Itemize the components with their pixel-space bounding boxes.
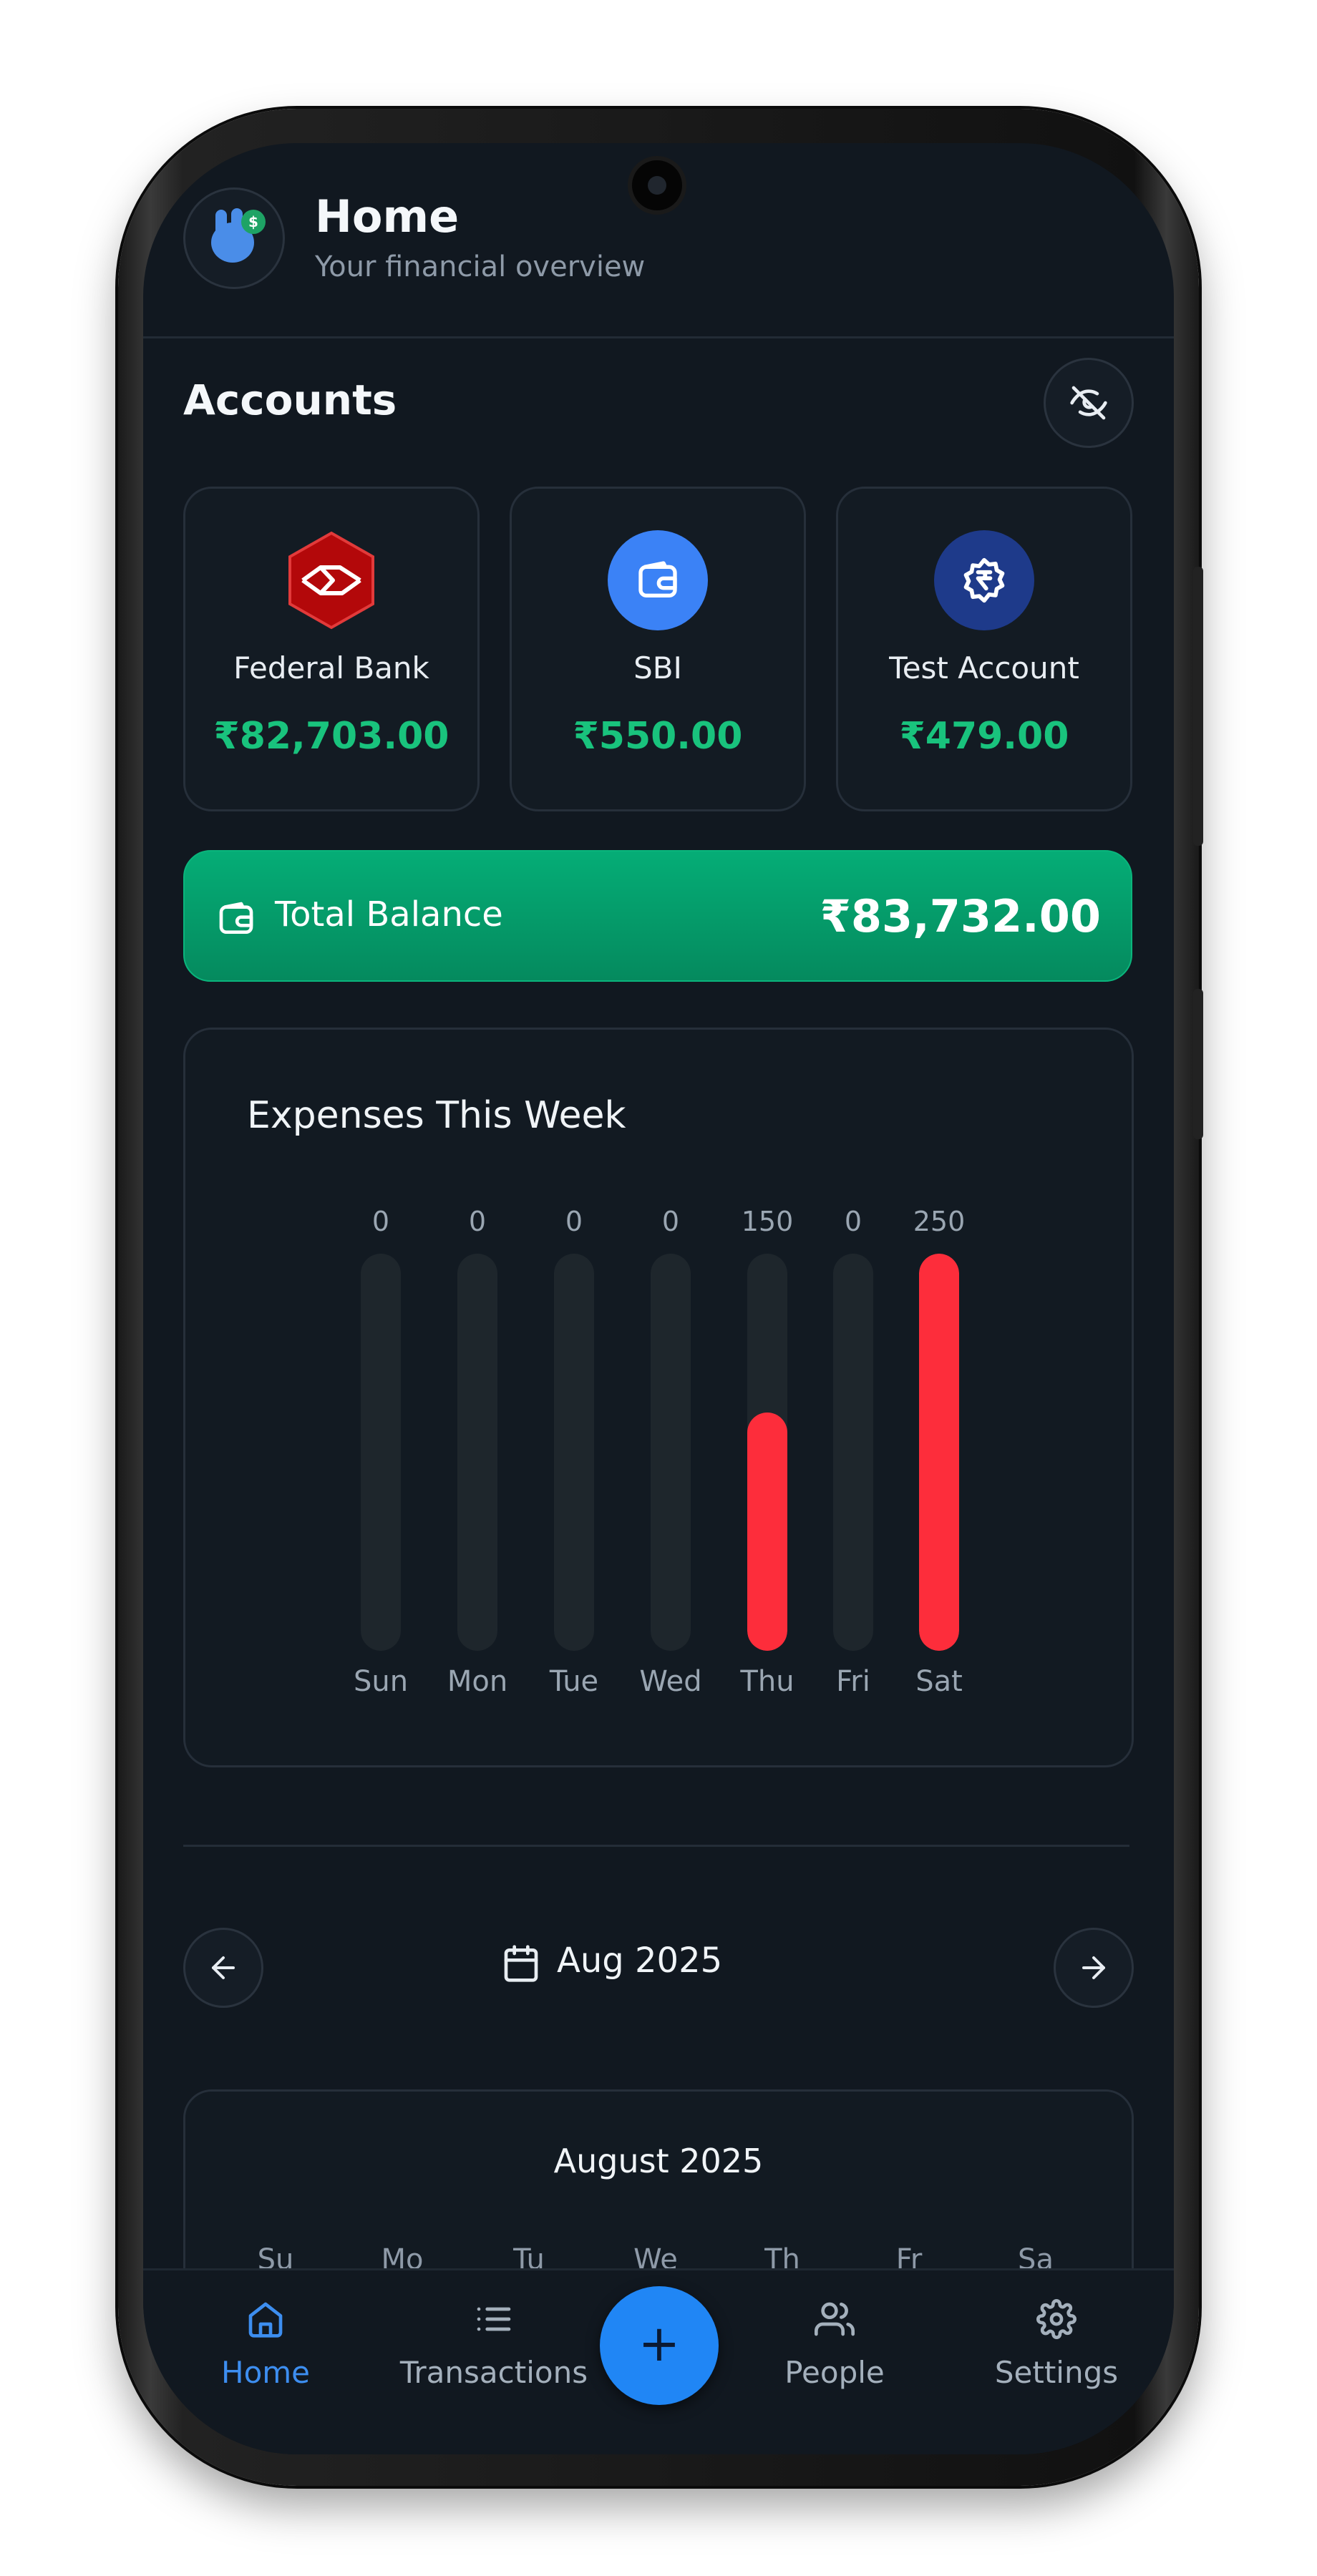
wallet-icon (219, 902, 253, 934)
bar-track (919, 1254, 959, 1651)
bar-value-label: 0 (565, 1206, 583, 1237)
bar-day-label: Tue (549, 1665, 599, 1698)
bar-thu[interactable] (747, 1413, 787, 1651)
toggle-balance-visibility-button[interactable] (1044, 358, 1134, 448)
home-icon (248, 2302, 283, 2338)
bar-track (361, 1254, 401, 1651)
account-name: Test Account (889, 650, 1079, 686)
tab-people[interactable]: People (756, 2270, 913, 2414)
bar-value-label: 0 (844, 1206, 862, 1237)
wallet-icon (608, 530, 708, 630)
bar-day-label: Thu (740, 1665, 794, 1698)
app-screen: $ Home Your financial overview Accounts … (143, 143, 1174, 2454)
weekly-expenses-card: Expenses This Week 0 Sun 0 Mon 0 Tue 0 Wed 150 Th… (183, 1028, 1134, 1767)
previous-month-button[interactable] (183, 1928, 263, 2008)
arrow-left-icon (212, 1956, 235, 1979)
bar-value-label: 0 (468, 1206, 487, 1237)
total-balance-label: Total Balance (275, 894, 503, 935)
chart-title: Expenses This Week (247, 1094, 626, 1137)
tab-label: Home (220, 2355, 311, 2390)
gear-icon (1036, 2299, 1077, 2339)
bar-day-label: Mon (447, 1665, 508, 1698)
bar-day-label: Wed (639, 1665, 702, 1698)
bottom-navigation: Home Transactions + People Settings (143, 2268, 1174, 2454)
tab-label: Settings (994, 2355, 1119, 2390)
bar-day-label: Fri (836, 1665, 870, 1698)
rupee-icon (934, 530, 1034, 630)
page-subtitle: Your financial overview (315, 250, 646, 283)
account-card-sbi[interactable]: SBI ₹550.00 (510, 487, 806, 811)
tab-transactions[interactable]: Transactions (387, 2270, 601, 2414)
bar-track (833, 1254, 873, 1651)
app-header: $ Home Your financial overview (143, 143, 1174, 338)
bar-value-label: 150 (741, 1206, 794, 1237)
page-title: Home (315, 190, 460, 243)
bar-value-label: 250 (913, 1206, 966, 1237)
federal-bank-logo (281, 530, 382, 630)
coin-icon: $ (241, 210, 266, 234)
add-transaction-button[interactable]: + (600, 2286, 719, 2405)
account-balance: ₹550.00 (573, 715, 743, 758)
account-name: Federal Bank (233, 650, 429, 686)
people-icon (815, 2302, 855, 2336)
eye-off-icon (1070, 386, 1107, 420)
list-icon (477, 2307, 511, 2331)
bar-sat[interactable] (919, 1254, 959, 1651)
total-balance-value: ₹83,732.00 (820, 890, 1101, 942)
next-month-button[interactable] (1054, 1928, 1134, 2008)
calendar-icon (504, 1945, 538, 1982)
tab-label: Transactions (399, 2355, 588, 2390)
account-balance: ₹479.00 (899, 715, 1069, 758)
bar-value-label: 0 (661, 1206, 680, 1237)
arrow-right-icon (1082, 1956, 1105, 1979)
tab-settings[interactable]: Settings (971, 2270, 1142, 2414)
account-card-test-account[interactable]: Test Account ₹479.00 (836, 487, 1132, 811)
account-card-federal-bank[interactable]: Federal Bank ₹82,703.00 (183, 487, 480, 811)
bar-day-label: Sun (353, 1665, 409, 1698)
tab-home[interactable]: Home (183, 2270, 348, 2414)
tab-label: People (784, 2355, 885, 2390)
account-balance: ₹82,703.00 (213, 715, 449, 758)
bar-track (457, 1254, 497, 1651)
current-month-label[interactable]: Aug 2025 (557, 1941, 722, 1981)
avatar[interactable]: $ (183, 187, 285, 289)
section-divider (183, 1845, 1129, 1847)
bar-track (651, 1254, 691, 1651)
bar-track (554, 1254, 594, 1651)
bar-track (747, 1254, 787, 1651)
total-balance-card[interactable]: Total Balance ₹83,732.00 (183, 850, 1132, 982)
bar-day-label: Sat (915, 1665, 963, 1698)
bar-value-label: 0 (371, 1206, 390, 1237)
account-name: SBI (633, 650, 682, 686)
calendar-title: August 2025 (553, 2142, 764, 2180)
accounts-title: Accounts (183, 376, 397, 424)
